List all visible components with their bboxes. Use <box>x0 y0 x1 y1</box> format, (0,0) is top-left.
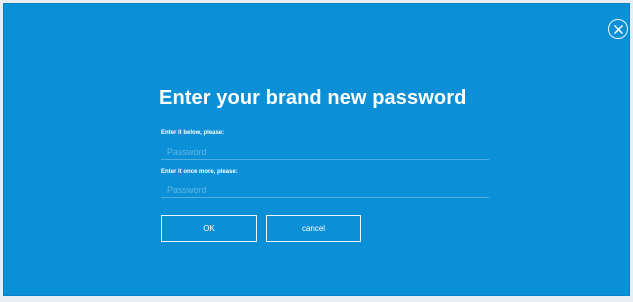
cancel-button[interactable]: cancel <box>266 215 361 242</box>
close-icon <box>613 24 623 34</box>
password-dialog: Enter your brand new password Enter it b… <box>3 3 630 296</box>
password-input[interactable] <box>161 144 489 160</box>
dialog-title: Enter your brand new password <box>159 87 467 109</box>
password-label: Enter it below, please: <box>161 130 225 136</box>
confirm-password-input[interactable] <box>161 182 489 198</box>
ok-button[interactable]: OK <box>161 215 257 242</box>
confirm-password-label: Enter it once more, please: <box>161 169 238 175</box>
close-button[interactable] <box>608 19 628 39</box>
